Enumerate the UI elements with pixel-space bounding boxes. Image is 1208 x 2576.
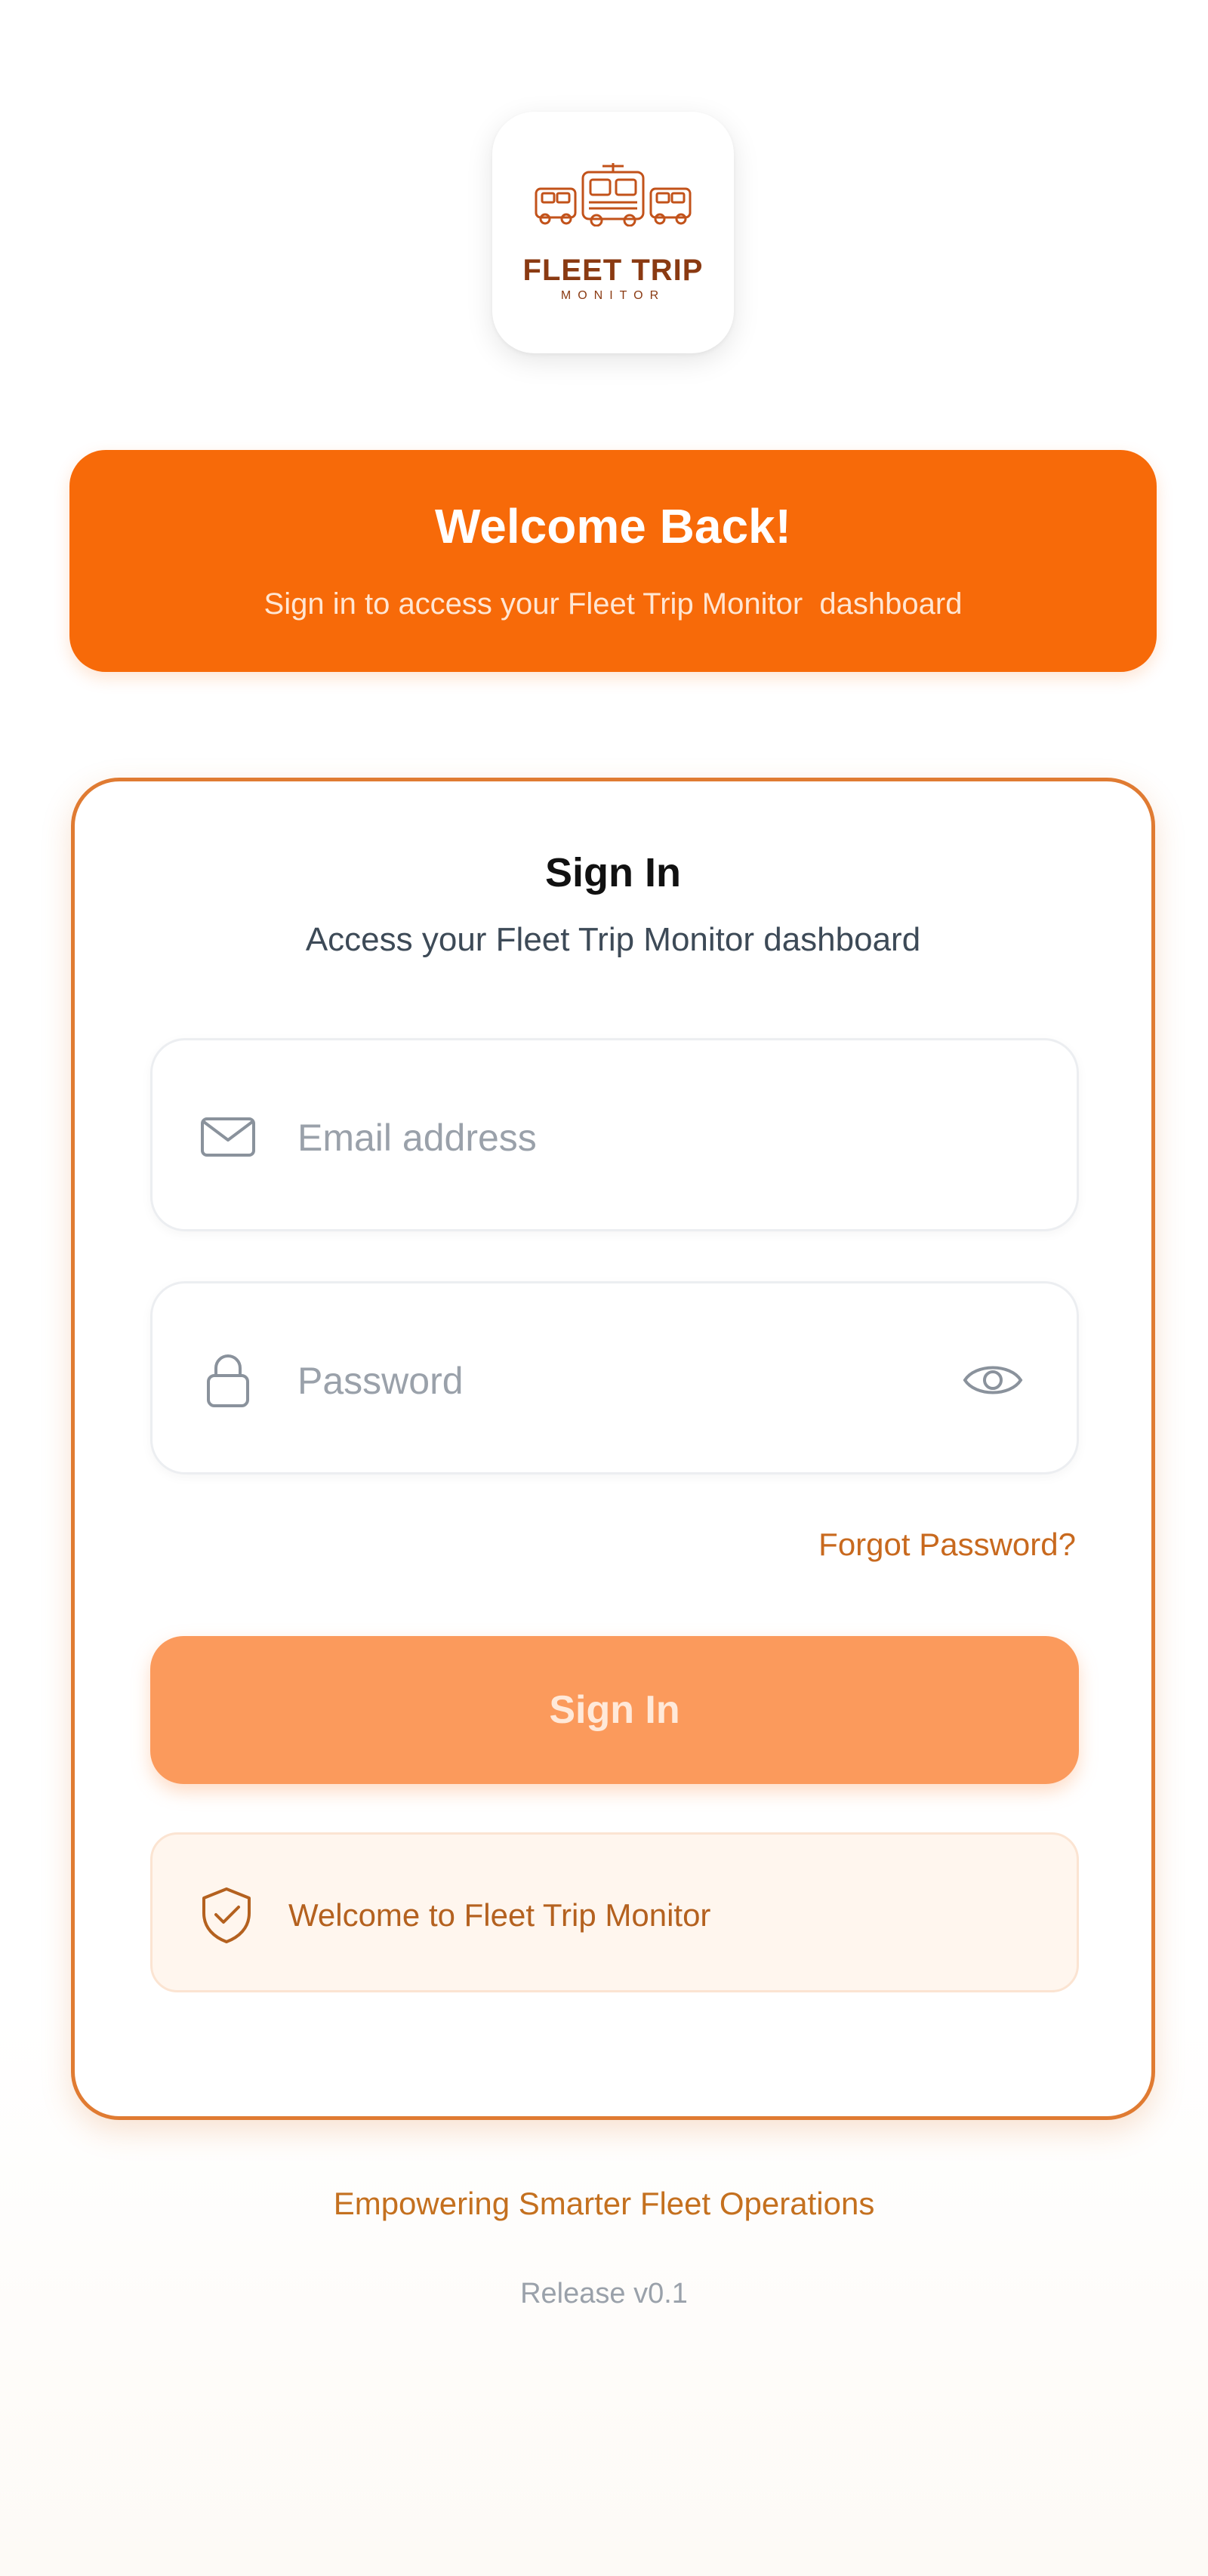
forgot-password-link[interactable]: Forgot Password?	[818, 1526, 1076, 1564]
mail-icon	[201, 1117, 255, 1157]
footer-tagline: Empowering Smarter Fleet Operations	[333, 2186, 875, 2221]
lock-icon	[207, 1354, 249, 1407]
email-field[interactable]	[150, 1038, 1079, 1231]
signin-card: Sign In Access your Fleet Trip Monitor d…	[71, 778, 1155, 2120]
release-version: Release v0.1	[520, 2278, 688, 2309]
email-input[interactable]	[296, 1084, 978, 1191]
banner-title: Welcome Back!	[435, 499, 791, 553]
logo-wordmark: FLEET TRIP	[522, 254, 704, 287]
banner-subtitle: Sign in to access your Fleet Trip Monito…	[263, 587, 963, 621]
info-message: Welcome to Fleet Trip Monitor	[288, 1897, 711, 1933]
welcome-info-box: Welcome to Fleet Trip Monitor	[150, 1832, 1079, 1992]
signin-button[interactable]: Sign In	[150, 1636, 1079, 1784]
signin-title: Sign In	[545, 850, 681, 895]
shield-check-icon	[202, 1887, 251, 1943]
welcome-banner: Welcome Back! Sign in to access your Fle…	[69, 450, 1157, 672]
password-input[interactable]	[296, 1327, 978, 1434]
signin-subtitle: Access your Fleet Trip Monitor dashboard	[305, 921, 921, 958]
logo-subtitle: MONITOR	[560, 289, 666, 302]
app-logo: FLEET TRIP MONITOR	[492, 112, 734, 353]
truck-fleet-icon	[535, 163, 692, 226]
eye-icon[interactable]	[960, 1350, 1025, 1410]
password-field[interactable]	[150, 1281, 1079, 1474]
